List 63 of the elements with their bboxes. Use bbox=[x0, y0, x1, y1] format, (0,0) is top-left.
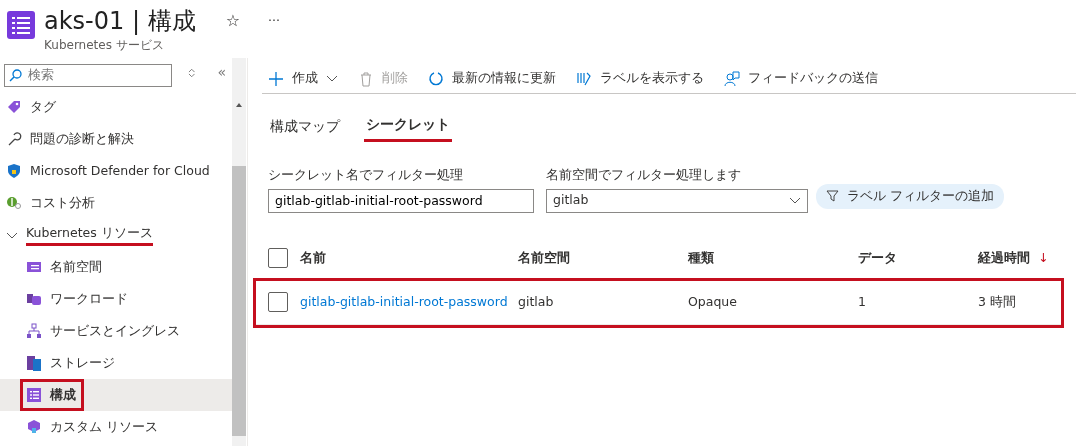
config-icon bbox=[26, 387, 42, 403]
add-label-filter-button[interactable]: ラベル フィルターの追加 bbox=[816, 184, 1004, 209]
search-box[interactable]: 検索 bbox=[4, 64, 172, 87]
column-header[interactable]: 名前空間 bbox=[518, 248, 570, 268]
table-cell: 3 時間 bbox=[978, 293, 1016, 309]
filter-icon bbox=[826, 190, 839, 203]
search-icon bbox=[9, 69, 22, 82]
page-title: aks-01 | 構成 bbox=[44, 6, 196, 36]
nav-item[interactable]: 構成 bbox=[20, 379, 84, 411]
chevron-down-icon bbox=[789, 197, 801, 205]
sort-indicator: ↓ bbox=[1038, 248, 1049, 267]
select-all-checkbox[interactable] bbox=[268, 248, 288, 269]
tab[interactable]: 構成マップ bbox=[268, 110, 342, 142]
namespace-dropdown[interactable]: gitlab bbox=[546, 188, 808, 213]
column-header[interactable]: 種類 bbox=[688, 248, 714, 268]
tag-icon bbox=[6, 99, 22, 115]
cube-icon bbox=[26, 419, 42, 433]
secret-link[interactable]: gitlab-gitlab-initial-root-password bbox=[300, 293, 508, 309]
feedback-icon bbox=[724, 70, 740, 87]
label-icon bbox=[576, 70, 592, 87]
cubes-icon bbox=[26, 291, 42, 307]
network-icon bbox=[26, 323, 42, 339]
toolbar-button[interactable]: 作成 bbox=[262, 69, 344, 88]
column-header[interactable]: 名前 bbox=[300, 248, 326, 268]
table-cell: 1 bbox=[858, 293, 866, 309]
nav-item[interactable]: コスト分析 bbox=[0, 187, 232, 219]
nav-item[interactable]: ワークロード bbox=[20, 283, 232, 315]
resource-type: Kubernetes サービス bbox=[44, 37, 165, 54]
nav-item[interactable]: 名前空間 bbox=[20, 251, 232, 283]
toolbar-button[interactable]: ラベルを表示する bbox=[570, 69, 710, 88]
collapse-button[interactable]: « bbox=[211, 62, 232, 83]
shield-icon bbox=[6, 163, 22, 179]
storage-icon bbox=[26, 355, 42, 371]
refresh-icon bbox=[428, 70, 444, 87]
table-row[interactable]: gitlab-gitlab-initial-root-password gitlab Opaque 1 3 時間 bbox=[256, 280, 1061, 325]
name-filter-field[interactable]: gitlab-gitlab-initial-root-password bbox=[268, 188, 534, 213]
toolbar-button[interactable]: フィードバックの送信 bbox=[718, 69, 884, 88]
tab[interactable]: シークレット bbox=[364, 110, 452, 142]
sort-icon[interactable] bbox=[188, 67, 196, 78]
row-checkbox[interactable] bbox=[268, 292, 288, 313]
column-header[interactable]: データ bbox=[858, 248, 897, 268]
nav-item[interactable]: Microsoft Defender for Cloud bbox=[0, 155, 232, 187]
trash-icon bbox=[358, 70, 374, 87]
nav-item[interactable]: 問題の診断と解決 bbox=[0, 123, 232, 155]
nav-item[interactable]: サービスとイングレス bbox=[20, 315, 232, 347]
scrollbar[interactable] bbox=[232, 58, 246, 446]
list-icon bbox=[26, 259, 42, 275]
wrench-icon bbox=[6, 131, 22, 147]
nav-item[interactable]: タグ bbox=[0, 91, 232, 123]
column-header[interactable]: 経過時間 bbox=[978, 248, 1030, 268]
nav-item[interactable]: ストレージ bbox=[20, 347, 232, 379]
more-button[interactable]: ··· bbox=[262, 11, 286, 31]
filter-label: 名前空間でフィルター処理します bbox=[546, 166, 742, 184]
plus-icon bbox=[268, 70, 284, 87]
favorite-button[interactable]: ☆ bbox=[219, 9, 246, 33]
coin-icon bbox=[6, 195, 22, 211]
toolbar-button[interactable]: 最新の情報に更新 bbox=[422, 69, 562, 88]
filter-label: シークレット名でフィルター処理 bbox=[268, 166, 464, 184]
table-cell: Opaque bbox=[688, 293, 737, 309]
app-icon bbox=[6, 10, 36, 40]
nav-group[interactable]: Kubernetes リソース bbox=[0, 219, 232, 251]
nav-item[interactable]: カスタム リソース bbox=[20, 411, 232, 433]
table-cell: gitlab bbox=[518, 293, 554, 309]
